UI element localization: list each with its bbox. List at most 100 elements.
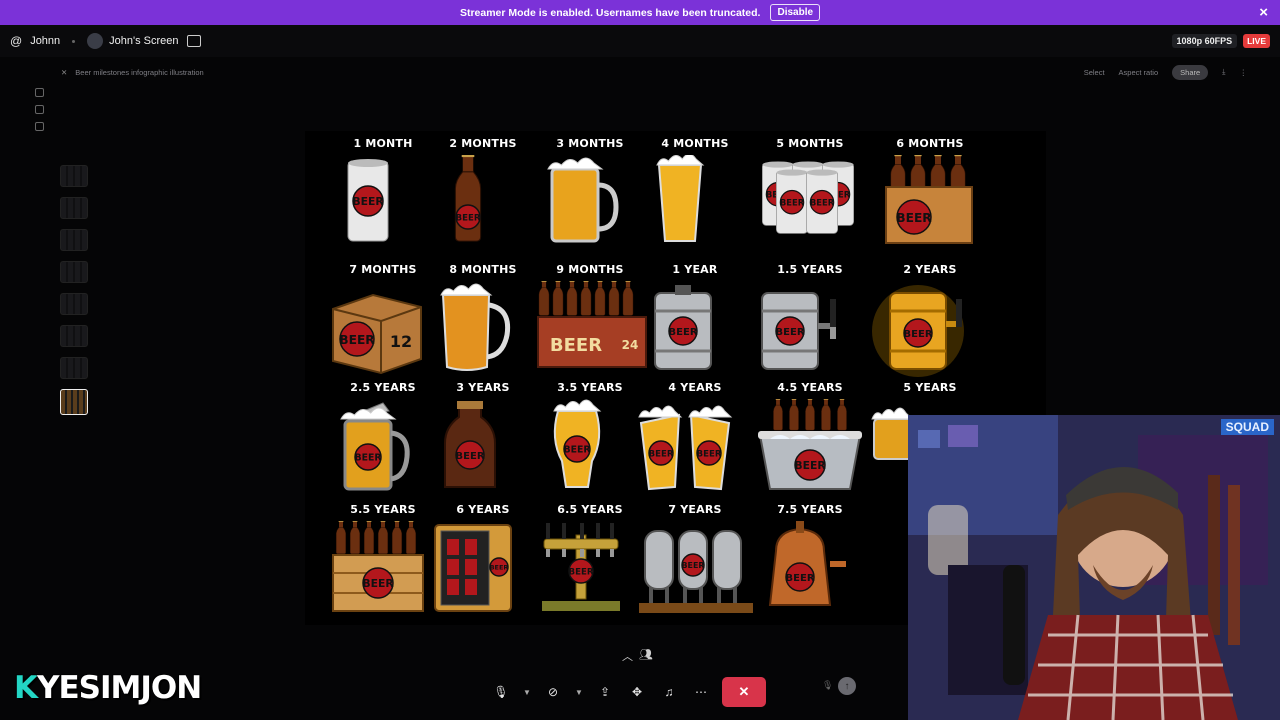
side-rail (30, 88, 48, 131)
tulip-illustration: BEER (553, 399, 602, 488)
close-icon[interactable]: ✕ (61, 68, 67, 77)
thumbnail[interactable] (60, 293, 88, 315)
live-badge: LIVE (1243, 34, 1270, 48)
thumbnail[interactable] (60, 165, 88, 187)
call-controls: 🎙︎ ▼ ⊘ ▼ ⇪ ✥ ♫ ⋯ ✕ (490, 676, 766, 708)
milestone-label: 5.5 YEARS (350, 503, 416, 516)
milestone-label: 8 MONTHS (449, 263, 517, 276)
avatar (87, 33, 104, 49)
milestone-label: 3.5 YEARS (557, 381, 623, 394)
milestone-fridge: 6 YEARS BEER (423, 503, 543, 617)
disconnect-button[interactable]: ✕ (722, 677, 766, 707)
keg-illustration: BEER (654, 285, 712, 370)
milestone-label: 3 YEARS (456, 381, 510, 394)
svg-text:BEER: BEER (456, 213, 481, 223)
brew-tanks-illustration: BEER (639, 530, 753, 613)
svg-text:BEER: BEER (563, 445, 591, 456)
screen-share-icon (186, 35, 201, 47)
soundboard-icon[interactable]: ♫ (658, 681, 680, 703)
thumbnail[interactable] (60, 261, 88, 283)
milestone-label: 2 MONTHS (449, 137, 517, 150)
milestone-label: 2 YEARS (903, 263, 957, 276)
screen-share-icon[interactable]: ⇪ (594, 681, 616, 703)
svg-text:BEER: BEER (794, 459, 826, 472)
mute-icon[interactable]: 🎙︎ (822, 680, 833, 691)
aspect-ratio-button[interactable]: Aspect ratio (1119, 68, 1159, 77)
thumbnail[interactable] (60, 197, 88, 219)
copper-kettle-illustration: BEER (768, 521, 846, 606)
webcam-overlay: SQUAD (908, 415, 1280, 720)
thumbnail-selected[interactable] (60, 389, 88, 415)
chat-icon[interactable] (34, 122, 44, 131)
watermark-name: YESIMJON (37, 670, 202, 706)
thumbnail[interactable] (60, 357, 88, 379)
download-icon[interactable]: ⤓ (1222, 67, 1225, 77)
chevron-down-icon[interactable]: ▼ (574, 681, 584, 703)
expand-controls[interactable]: ︿ 👥︎ (622, 648, 653, 664)
username[interactable]: Johnn (30, 35, 60, 47)
milestone-label: 6 YEARS (456, 503, 510, 516)
milestone-label: 1 MONTH (353, 137, 413, 150)
chevron-up-icon[interactable]: ︿ (622, 648, 633, 664)
milestone-gold-keg: 2 YEARS BEER (870, 263, 990, 377)
milestone-mug: 3 MONTHS (530, 137, 650, 251)
more-icon[interactable]: ⋮ (1240, 68, 1248, 77)
svg-text:12: 12 (390, 332, 412, 351)
people-icon[interactable]: 👥︎ (639, 648, 653, 664)
screen-name: John's Screen (109, 35, 179, 47)
svg-text:BEER: BEER (569, 567, 594, 577)
milestone-label: 1.5 YEARS (777, 263, 843, 276)
squad-sign: SQUAD (1220, 419, 1274, 435)
milestone-tap-tower: 6.5 YEARS BEER (530, 503, 650, 617)
select-button[interactable]: Select (1084, 68, 1105, 77)
disable-button[interactable]: Disable (770, 4, 821, 21)
pitcher-illustration (440, 283, 511, 371)
svg-text:BEER: BEER (362, 577, 394, 590)
svg-text:BEER: BEER (775, 327, 804, 338)
milestone-label: 7.5 YEARS (777, 503, 843, 516)
close-icon[interactable]: × (1259, 4, 1268, 21)
milestone-six-cans: 5 MONTHSBEERBEERBEERBEERBEER (750, 137, 870, 251)
six-cans-illustration: BEERBEERBEERBEERBEER (762, 161, 854, 234)
edit-icon[interactable] (34, 88, 44, 97)
two-pints-illustration: BEER BEER (638, 405, 733, 491)
thumbnail[interactable] (60, 229, 88, 251)
milestone-copper-kettle: 7.5 YEARS BEER (750, 503, 870, 617)
svg-text:BEER: BEER (649, 449, 674, 459)
share-button[interactable]: Share (1172, 64, 1209, 80)
stream-header: @ Johnn John's Screen 1080p 60FPS LIVE (0, 25, 1280, 57)
tap-tower-illustration: BEER (542, 523, 620, 611)
banner-message: Streamer Mode is enabled. Usernames have… (459, 6, 761, 19)
svg-text:BEER: BEER (354, 453, 382, 464)
document-title: Beer milestones infographic illustration (75, 67, 204, 77)
milestone-label: 7 MONTHS (349, 263, 417, 276)
svg-text:BEER: BEER (697, 449, 722, 459)
microphone-icon[interactable]: 🎙︎ (490, 681, 512, 703)
milestone-pitcher: 8 MONTHS (423, 263, 543, 377)
svg-text:BEER: BEER (682, 561, 705, 570)
activities-icon[interactable]: ✥ (626, 681, 648, 703)
crate-24-illustration: BEER 24 (537, 281, 647, 368)
milestone-label: 2.5 YEARS (350, 381, 416, 394)
milestone-keg-tap: 1.5 YEARS BEER (750, 263, 870, 377)
milestone-label: 6 MONTHS (896, 137, 964, 150)
upload-icon[interactable]: ↑ (838, 677, 856, 695)
milestone-label: 4 MONTHS (661, 137, 729, 150)
milestone-six-pack: 6 MONTHS BEER (870, 137, 990, 251)
milestone-label: 4.5 YEARS (777, 381, 843, 394)
bottle-illustration: BEER (454, 155, 482, 242)
milestone-bottle: 2 MONTHS BEER (423, 137, 543, 251)
screen-root: { "banner": { "message": "Streamer Mode … (0, 0, 1280, 720)
more-options-icon[interactable]: ⋯ (690, 681, 712, 703)
search-icon[interactable] (34, 105, 44, 114)
thumbnail-strip (60, 165, 88, 415)
svg-text:BEER: BEER (780, 197, 805, 207)
separator-dot (72, 39, 76, 43)
thumbnail[interactable] (60, 325, 88, 347)
six-pack-illustration: BEER (885, 155, 973, 244)
app-toolbar: ✕ Beer milestones infographic illustrati… (25, 60, 1255, 84)
chevron-down-icon[interactable]: ▼ (522, 681, 532, 703)
milestone-label: 5 YEARS (903, 381, 957, 394)
camera-off-icon[interactable]: ⊘ (542, 681, 564, 703)
milestone-label: 6.5 YEARS (557, 503, 623, 516)
